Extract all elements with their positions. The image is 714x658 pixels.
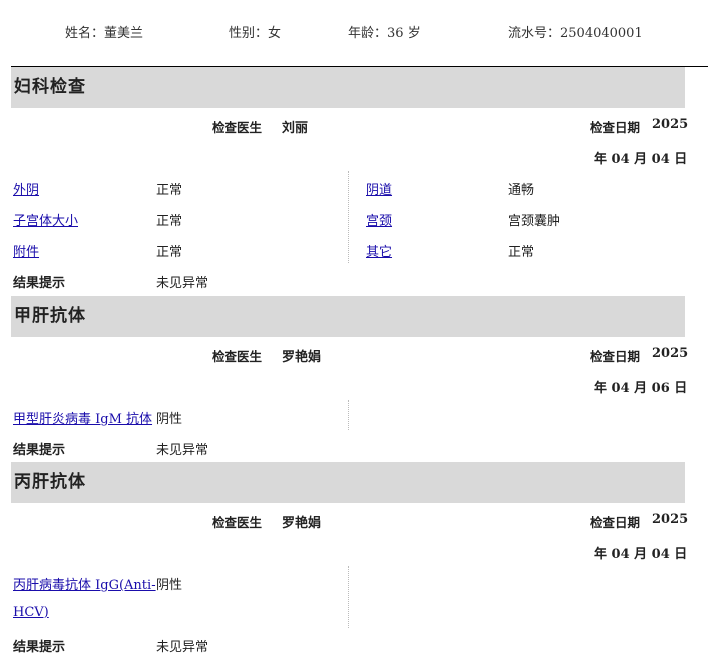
doctor-name: 罗艳娟: [282, 516, 322, 531]
patient-serial: 流水号：2504040001: [508, 22, 643, 41]
result-value: 未见异常: [156, 640, 209, 655]
item-uterus-value: 正常: [156, 214, 183, 229]
name-value: 董美兰: [104, 26, 144, 41]
doctor-name: 罗艳娟: [282, 350, 322, 365]
item-adnexa-value: 正常: [156, 245, 183, 260]
gender-value: 女: [268, 26, 282, 41]
result-value: 未见异常: [156, 276, 209, 291]
item-cervix-value: 宫颈囊肿: [508, 214, 561, 229]
result-label: 结果提示: [13, 276, 66, 291]
section-hepatitis-a: 甲肝抗体 检查医生 罗艳娟 检查日期 2025 年 04 月 06 日 甲型肝炎…: [11, 296, 689, 462]
item-hcv-igg-link[interactable]: 丙肝病毒抗体 IgG(Anti-: [13, 574, 156, 593]
date-year: 2025: [652, 512, 689, 527]
result-label: 结果提示: [13, 443, 66, 458]
column-divider: [348, 400, 349, 430]
patient-age: 年龄：36 岁: [348, 22, 421, 41]
item-vagina-link[interactable]: 阴道: [366, 179, 392, 198]
item-other-value: 正常: [508, 245, 535, 260]
doctor-name: 刘丽: [282, 121, 309, 136]
item-vulva-link[interactable]: 外阴: [13, 179, 39, 198]
item-vulva-value: 正常: [156, 183, 183, 198]
patient-name: 姓名：董美兰: [65, 22, 143, 41]
section-title: 妇科检查: [11, 67, 685, 108]
date-rest: 年 04 月 06 日: [594, 381, 688, 396]
doctor-label: 检查医生: [212, 349, 263, 364]
item-hcv-igg-link-cont[interactable]: HCV): [13, 605, 49, 620]
date-year: 2025: [652, 346, 689, 361]
result-label: 结果提示: [13, 640, 66, 655]
column-divider: [348, 171, 349, 263]
date-label: 检查日期: [590, 349, 641, 364]
result-value: 未见异常: [156, 443, 209, 458]
item-adnexa-link[interactable]: 附件: [13, 241, 39, 260]
item-vagina-value: 通畅: [508, 183, 535, 198]
date-label: 检查日期: [590, 515, 641, 530]
date-rest: 年 04 月 04 日: [594, 152, 688, 167]
section-title: 丙肝抗体: [11, 462, 685, 503]
age-value: 36 岁: [387, 26, 421, 41]
item-uterus-link[interactable]: 子宫体大小: [13, 210, 78, 229]
item-hav-igm-link[interactable]: 甲型肝炎病毒 IgM 抗体: [13, 408, 152, 427]
section-title: 甲肝抗体: [11, 296, 685, 337]
serial-value: 2504040001: [560, 26, 643, 41]
section-gynecology: 妇科检查 检查医生 刘丽 检查日期 2025 年 04 月 04 日 外阴 正常…: [11, 67, 689, 296]
name-label: 姓名：: [65, 26, 105, 41]
gender-label: 性别：: [229, 26, 269, 41]
item-other-link[interactable]: 其它: [366, 241, 392, 260]
patient-gender: 性别：女: [229, 22, 281, 41]
doctor-label: 检查医生: [212, 120, 263, 135]
item-hcv-igg-value: 阴性: [156, 578, 183, 593]
date-year: 2025: [652, 117, 689, 132]
date-label: 检查日期: [590, 120, 641, 135]
date-rest: 年 04 月 04 日: [594, 547, 688, 562]
column-divider: [348, 566, 349, 628]
item-hav-igm-value: 阴性: [156, 412, 183, 427]
item-cervix-link[interactable]: 宫颈: [366, 210, 392, 229]
age-label: 年龄：: [348, 26, 388, 41]
doctor-label: 检查医生: [212, 515, 263, 530]
serial-label: 流水号：: [508, 26, 561, 41]
section-hepatitis-c: 丙肝抗体 检查医生 罗艳娟 检查日期 2025 年 04 月 04 日 丙肝病毒…: [11, 462, 689, 658]
patient-header: 姓名：董美兰 性别：女 年龄：36 岁 流水号：2504040001: [0, 0, 714, 66]
